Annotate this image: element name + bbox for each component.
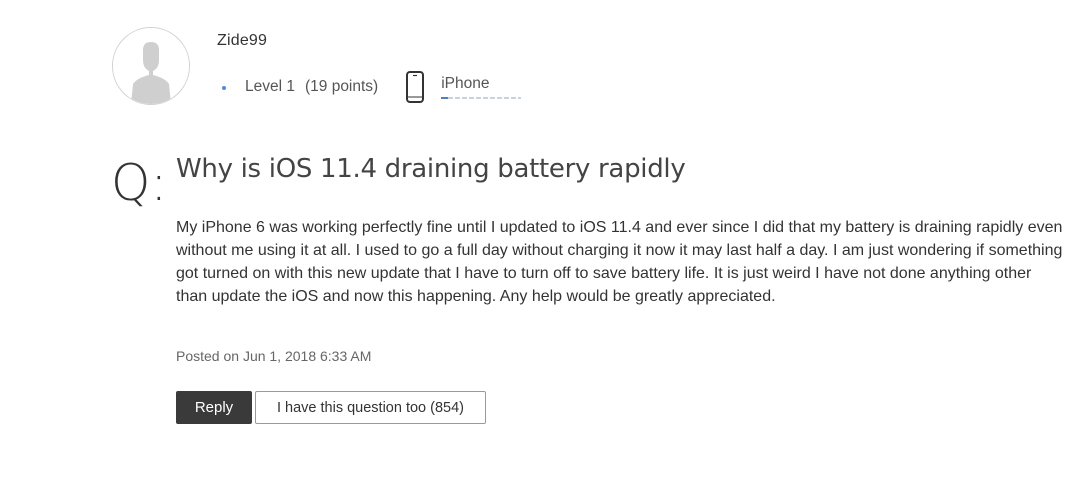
- username-link[interactable]: Zide99: [217, 32, 267, 50]
- posted-date: Posted on Jun 1, 2018 6:33 AM: [176, 348, 372, 364]
- question-page: Zide99 Level 1 (19 points) iPhone Q: Why…: [0, 0, 1084, 481]
- same-question-button[interactable]: I have this question too (854): [255, 391, 486, 424]
- device-label: iPhone: [441, 75, 490, 92]
- author-meta: Level 1 (19 points) iPhone: [222, 70, 522, 104]
- question-marker: Q:: [111, 154, 168, 212]
- question-actions: Reply I have this question too (854): [176, 391, 486, 424]
- device-link[interactable]: iPhone: [441, 75, 522, 99]
- author-level: Level 1: [245, 78, 295, 95]
- question-title: Why is iOS 11.4 draining battery rapidly: [176, 154, 686, 184]
- reply-button[interactable]: Reply: [176, 391, 252, 424]
- avatar[interactable]: [112, 27, 190, 105]
- same-question-label: I have this question too: [276, 399, 427, 416]
- iphone-icon: [406, 71, 425, 103]
- device-underline: [441, 97, 522, 99]
- bullet-icon: [222, 86, 226, 90]
- user-silhouette-icon: [113, 28, 189, 104]
- question-body: My iPhone 6 was working perfectly fine u…: [176, 219, 1063, 305]
- same-question-count: (854): [430, 399, 465, 416]
- author-points: (19 points): [304, 78, 379, 95]
